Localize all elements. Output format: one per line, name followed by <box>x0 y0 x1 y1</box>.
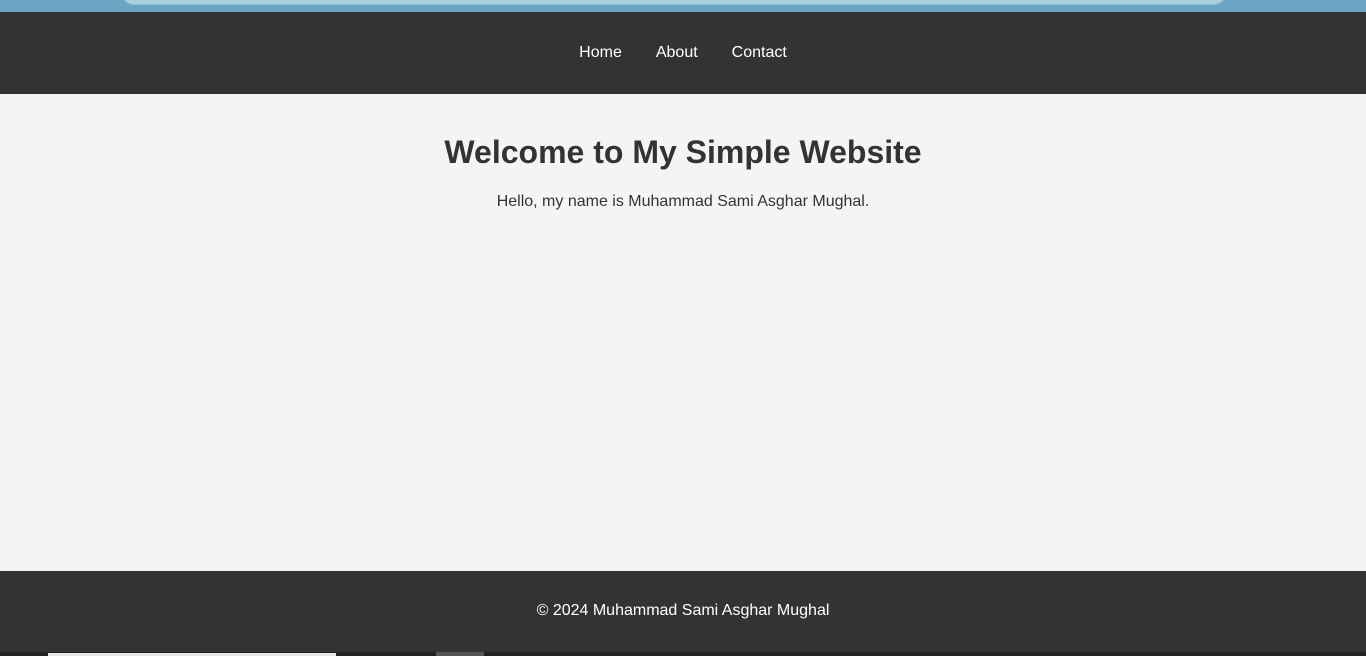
nav-item-home: Home <box>562 44 639 62</box>
taskbar-edge <box>0 652 1366 656</box>
intro-text: Hello, my name is Muhammad Sami Asghar M… <box>496 193 870 210</box>
browser-top-edge <box>0 0 1366 12</box>
footer: © 2024 Muhammad Sami Asghar Mughal <box>0 571 1366 656</box>
navbar: Home About Contact <box>0 12 1366 94</box>
page-title: Welcome to My Simple Website <box>444 134 922 170</box>
nav-list: Home About Contact <box>562 44 804 62</box>
nav-item-about: About <box>639 44 715 62</box>
nav-link-home[interactable]: Home <box>562 44 639 62</box>
taskbar-app-edge <box>436 652 484 656</box>
nav-item-contact: Contact <box>715 44 804 62</box>
browser-toolbar-edge <box>122 0 1226 5</box>
nav-link-about[interactable]: About <box>639 44 715 62</box>
main-content: Welcome to My Simple Website Hello, my n… <box>0 94 1366 571</box>
nav-link-contact[interactable]: Contact <box>715 44 804 62</box>
footer-copyright: © 2024 Muhammad Sami Asghar Mughal <box>536 602 830 619</box>
